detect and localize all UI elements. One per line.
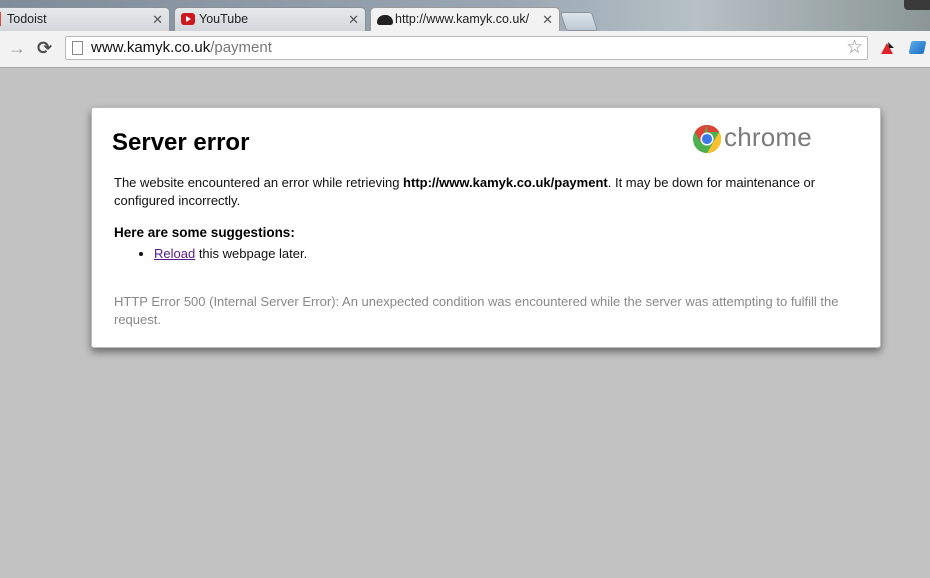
close-tab-icon[interactable]: ✕ (542, 8, 553, 31)
chrome-logo-text: chrome (724, 122, 812, 152)
new-tab-button[interactable] (559, 12, 599, 31)
page-icon (72, 41, 83, 55)
forward-icon[interactable]: → (8, 39, 26, 57)
close-tab-icon[interactable]: ✕ (152, 8, 163, 31)
error-description: The website encountered an error while r… (114, 174, 834, 210)
reload-link[interactable]: Reload (154, 246, 195, 261)
chrome-logo-icon (692, 124, 722, 154)
todoist-icon (0, 12, 1, 26)
window-control[interactable] (904, 0, 930, 10)
youtube-icon (181, 13, 195, 25)
url-text[interactable]: www.kamyk.co.uk/payment (91, 37, 272, 59)
url-path: /payment (210, 39, 272, 56)
desc-text: The website encountered an error while r… (114, 175, 404, 190)
tab-title: YouTube (199, 12, 249, 26)
list-item: Reload this webpage later. (154, 245, 307, 263)
suggestions-list: Reload this webpage later. (114, 245, 307, 263)
address-bar[interactable]: www.kamyk.co.uk/payment ☆ (65, 36, 868, 60)
suggestion-text: this webpage later. (195, 246, 308, 261)
toolbar: → ⟳ www.kamyk.co.uk/payment ☆ (0, 31, 930, 68)
url-host: www.kamyk.co.uk (91, 39, 211, 56)
tab-todoist[interactable]: Todoist ✕ (0, 7, 170, 31)
tab-kamyk[interactable]: http://www.kamyk.co.uk/ ✕ (370, 7, 560, 31)
suggestions-heading: Here are some suggestions: (114, 225, 295, 240)
error-url: http://www.kamyk.co.uk/payment (403, 175, 608, 190)
extension-icon[interactable] (908, 41, 927, 54)
bookmark-star-icon[interactable]: ☆ (846, 37, 863, 59)
http-error-details: HTTP Error 500 (Internal Server Error): … (114, 294, 839, 327)
page-title: Server error (112, 129, 250, 156)
extension-icon[interactable] (879, 40, 895, 56)
error-card: Server error chrome The website encounte… (91, 107, 881, 348)
hat-icon (377, 15, 393, 25)
tab-strip: Todoist ✕ YouTube ✕ http://www.kamyk.co.… (0, 0, 930, 31)
tab-title: Todoist (7, 12, 47, 26)
tab-youtube[interactable]: YouTube ✕ (174, 7, 366, 31)
close-tab-icon[interactable]: ✕ (348, 8, 359, 31)
reload-icon[interactable]: ⟳ (37, 39, 52, 57)
tab-title: http://www.kamyk.co.uk/ (395, 12, 530, 26)
